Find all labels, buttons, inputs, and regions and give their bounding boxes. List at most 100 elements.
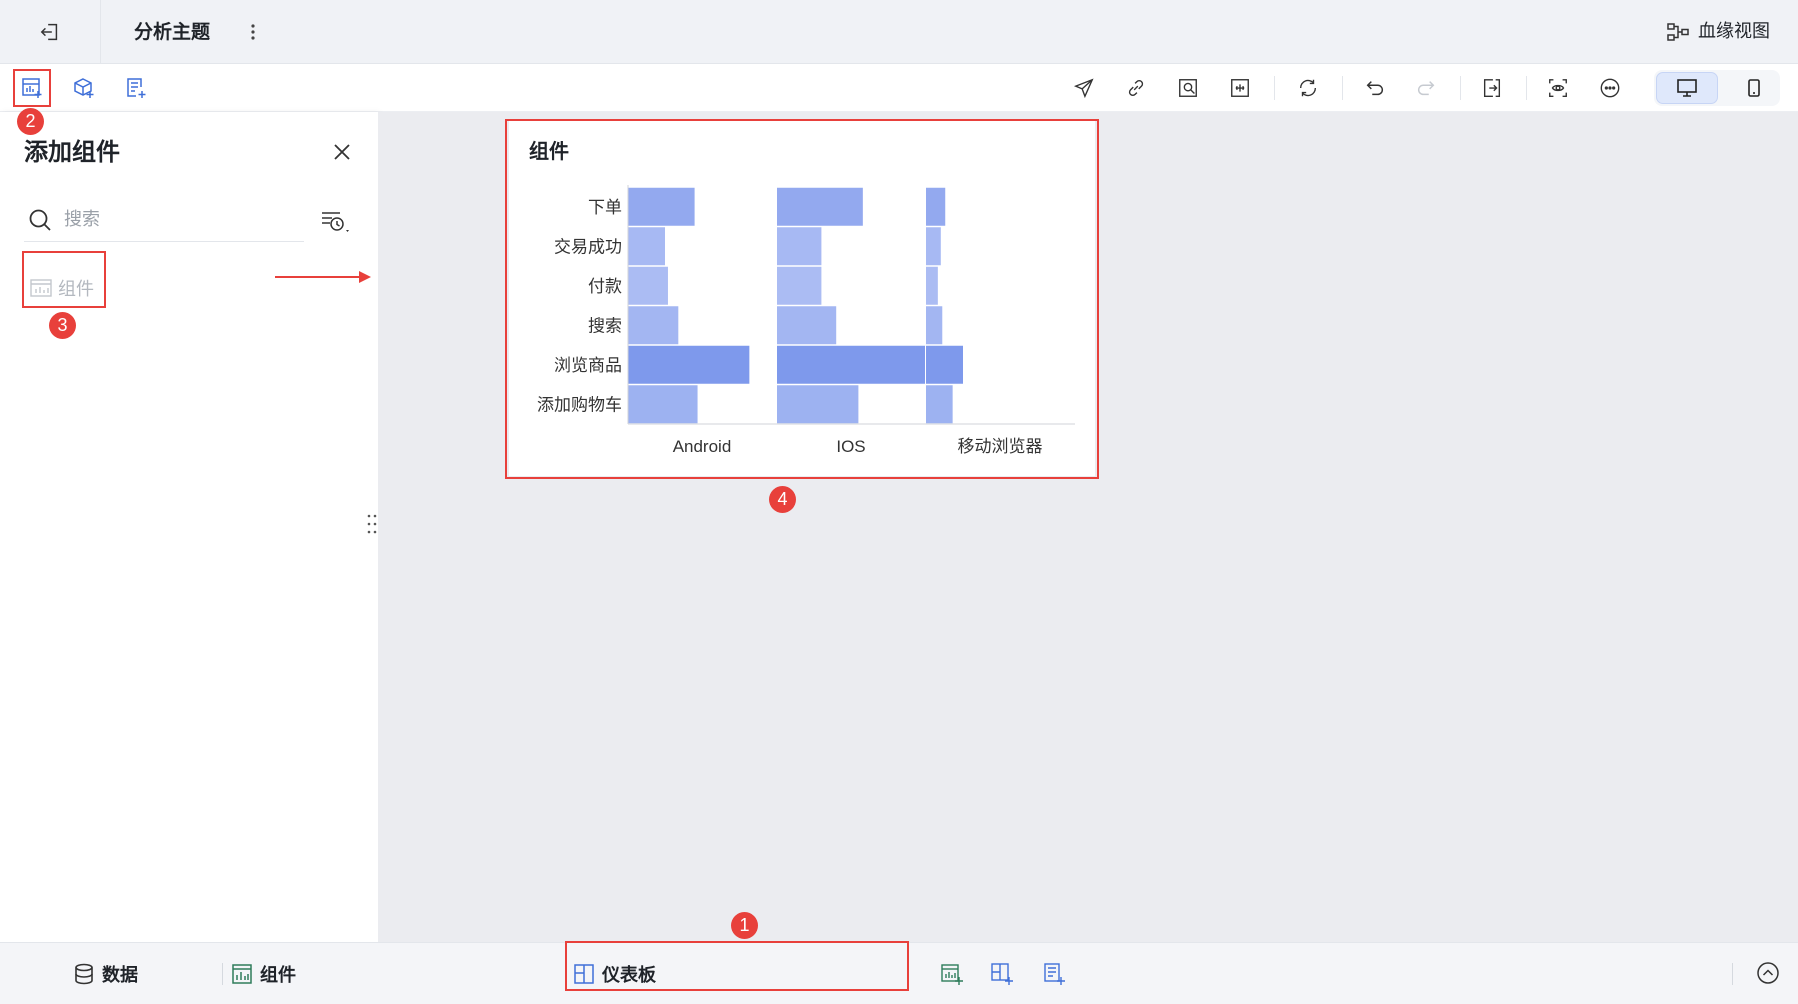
chart-bar (777, 385, 859, 424)
device-switcher (1654, 70, 1780, 106)
lineage-label: 血缘视图 (1698, 21, 1770, 42)
toolbar-divider (1274, 76, 1275, 100)
chart-bar (926, 345, 963, 384)
chart-bar (628, 187, 695, 226)
chart-bar (926, 266, 938, 305)
add-chart-icon (22, 78, 42, 98)
chart-bar (926, 385, 953, 424)
bottom-bar: 数据 组件 仪表板 (0, 942, 1798, 1004)
chart-bar (777, 306, 837, 345)
y-tick-label: 搜索 (588, 316, 622, 335)
add-model-button[interactable] (68, 72, 100, 104)
bar-chart: 下单交易成功付款搜索浏览商品添加购物车 Android IOS 移动浏览器 (537, 185, 1075, 456)
preview-icon[interactable] (1542, 72, 1574, 104)
link-icon[interactable] (1120, 72, 1152, 104)
component-list-item[interactable]: 组件 (26, 264, 102, 312)
search-icon (29, 209, 51, 231)
add-component-button[interactable] (16, 72, 48, 104)
add-component-panel: 添加组件 组件 (0, 112, 378, 942)
mobile-view-button[interactable] (1734, 72, 1774, 104)
text-add-icon (127, 78, 146, 98)
image-search-icon[interactable] (1172, 72, 1204, 104)
component-item-label: 组件 (58, 279, 94, 300)
data-tab-label: 数据 (102, 965, 138, 986)
y-tick-label: 下单 (588, 198, 622, 217)
step-marker: 1 (731, 912, 758, 939)
more-vertical-icon[interactable] (244, 18, 262, 46)
undo-icon[interactable] (1359, 72, 1391, 104)
chart-bar (926, 187, 946, 226)
desktop-view-button[interactable] (1656, 72, 1718, 104)
redo-icon[interactable] (1410, 72, 1442, 104)
bar-chart-icon (30, 279, 52, 297)
add-dashboard-button[interactable] (986, 958, 1018, 990)
database-icon (75, 963, 93, 985)
top-bar: 分析主题 血缘视图 (0, 0, 1798, 64)
divider (100, 0, 101, 64)
chart-bar (777, 187, 863, 226)
step-marker: 2 (17, 108, 44, 135)
lineage-icon (1667, 23, 1689, 41)
y-tick-label: 付款 (588, 277, 622, 296)
chart-bar (628, 266, 668, 305)
add-text-button[interactable] (120, 72, 152, 104)
toolbar-divider (1526, 76, 1527, 100)
cube-add-icon (74, 78, 94, 98)
search-input[interactable] (64, 204, 294, 234)
refresh-icon[interactable] (1292, 72, 1324, 104)
divider (222, 963, 223, 985)
collapse-button[interactable] (1752, 957, 1784, 989)
mobile-icon (1748, 79, 1760, 97)
drag-arrow (275, 271, 371, 283)
dashboard-icon (574, 964, 594, 984)
send-icon[interactable] (1068, 72, 1100, 104)
step-marker: 3 (49, 312, 76, 339)
y-tick-label: 添加购物车 (537, 395, 622, 414)
close-icon[interactable] (328, 138, 356, 166)
page-title: 分析主题 (134, 21, 211, 43)
desktop-icon (1677, 79, 1697, 97)
search-box (24, 200, 304, 242)
dashboard-tab[interactable]: 仪表板 (574, 959, 656, 989)
toolbar (0, 64, 1798, 112)
dashboard-tab-label: 仪表板 (602, 965, 656, 986)
layout-icon[interactable] (1476, 72, 1508, 104)
x-panel-label: IOS (836, 437, 865, 456)
chart-bar (628, 306, 679, 345)
resize-handle[interactable] (366, 512, 378, 540)
add-dashboard-icon (991, 963, 1013, 985)
bar-chart-icon (232, 964, 252, 984)
panel-title: 添加组件 (24, 138, 120, 166)
y-tick-label: 交易成功 (554, 237, 622, 256)
filter-history-icon (322, 212, 349, 232)
chart-bar (628, 385, 698, 424)
chart-bar (926, 306, 943, 345)
chart-bar (777, 266, 822, 305)
fit-screen-icon[interactable] (1224, 72, 1256, 104)
lineage-view-button[interactable]: 血缘视图 (1666, 18, 1770, 46)
exit-icon[interactable] (36, 18, 64, 46)
chart-bar (926, 227, 941, 266)
add-report-button[interactable] (1038, 958, 1070, 990)
chart-bar (777, 345, 925, 384)
x-panel-label: Android (673, 437, 732, 456)
step-marker: 4 (769, 486, 796, 513)
chevron-up-icon (1757, 962, 1779, 984)
data-tab[interactable]: 数据 (74, 959, 138, 989)
chart-bar (628, 227, 665, 266)
components-tab-label: 组件 (260, 965, 296, 986)
chart-bar (628, 345, 750, 384)
add-chart-component-button[interactable] (936, 958, 968, 990)
add-report-icon (1044, 963, 1065, 985)
filter-history-button[interactable] (314, 206, 356, 238)
more-icon[interactable] (1594, 72, 1626, 104)
toolbar-divider (1460, 76, 1461, 100)
toolbar-divider (1342, 76, 1343, 100)
chart-card[interactable]: 组件 下单 交易成功 付款 搜索 浏览商品 添加购物车 Android IOS 移动浏览器 (509, 121, 1095, 476)
chart-bar (777, 227, 822, 266)
y-tick-label: 浏览商品 (554, 356, 622, 375)
add-chart-icon (941, 964, 963, 985)
divider (1732, 963, 1733, 985)
x-panel-label: 移动浏览器 (958, 437, 1043, 456)
components-tab[interactable]: 组件 (232, 959, 296, 989)
